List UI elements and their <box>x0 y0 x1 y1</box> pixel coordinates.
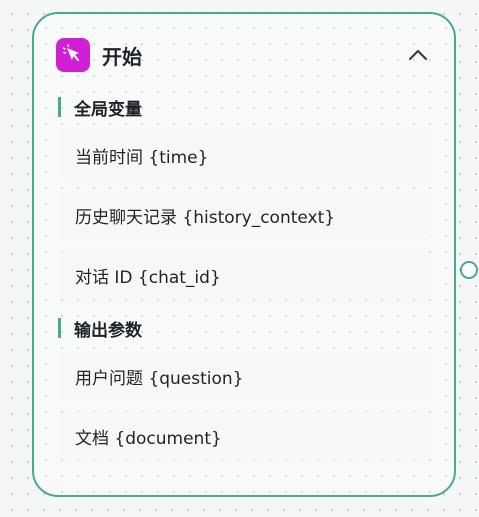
node-header: 开始 <box>56 38 432 72</box>
chevron-up-icon <box>408 49 428 61</box>
variable-label: 历史聊天记录 {history_context} <box>75 207 336 228</box>
output-item-document[interactable]: 文档 {document} <box>58 412 432 460</box>
output-label: 用户问题 {question} <box>75 368 244 389</box>
output-label: 文档 {document} <box>75 428 222 449</box>
variable-label: 对话 ID {chat_id} <box>75 267 221 288</box>
node-title: 开始 <box>102 44 142 69</box>
global-variables-section: 全局变量 当前时间 {time} 历史聊天记录 {history_context… <box>58 95 432 299</box>
section-accent-bar <box>58 318 61 338</box>
variable-item-chat-id[interactable]: 对话 ID {chat_id} <box>58 251 432 299</box>
section-header: 输出参数 <box>58 316 432 341</box>
section-accent-bar <box>58 97 61 117</box>
global-variables-title: 全局变量 <box>74 99 142 120</box>
output-connector-handle[interactable] <box>460 261 478 279</box>
cursor-click-icon <box>56 38 90 72</box>
variable-item-time[interactable]: 当前时间 {time} <box>58 131 432 179</box>
variable-label: 当前时间 {time} <box>75 147 209 168</box>
start-node-card[interactable]: 开始 全局变量 当前时间 {time} 历史聊天记录 {history_cont… <box>32 12 456 497</box>
collapse-button[interactable] <box>404 41 432 69</box>
output-params-section: 输出参数 用户问题 {question} 文档 {document} <box>58 316 432 460</box>
output-item-question[interactable]: 用户问题 {question} <box>58 352 432 400</box>
output-params-title: 输出参数 <box>74 320 142 341</box>
variable-item-history-context[interactable]: 历史聊天记录 {history_context} <box>58 191 432 239</box>
section-header: 全局变量 <box>58 95 432 120</box>
